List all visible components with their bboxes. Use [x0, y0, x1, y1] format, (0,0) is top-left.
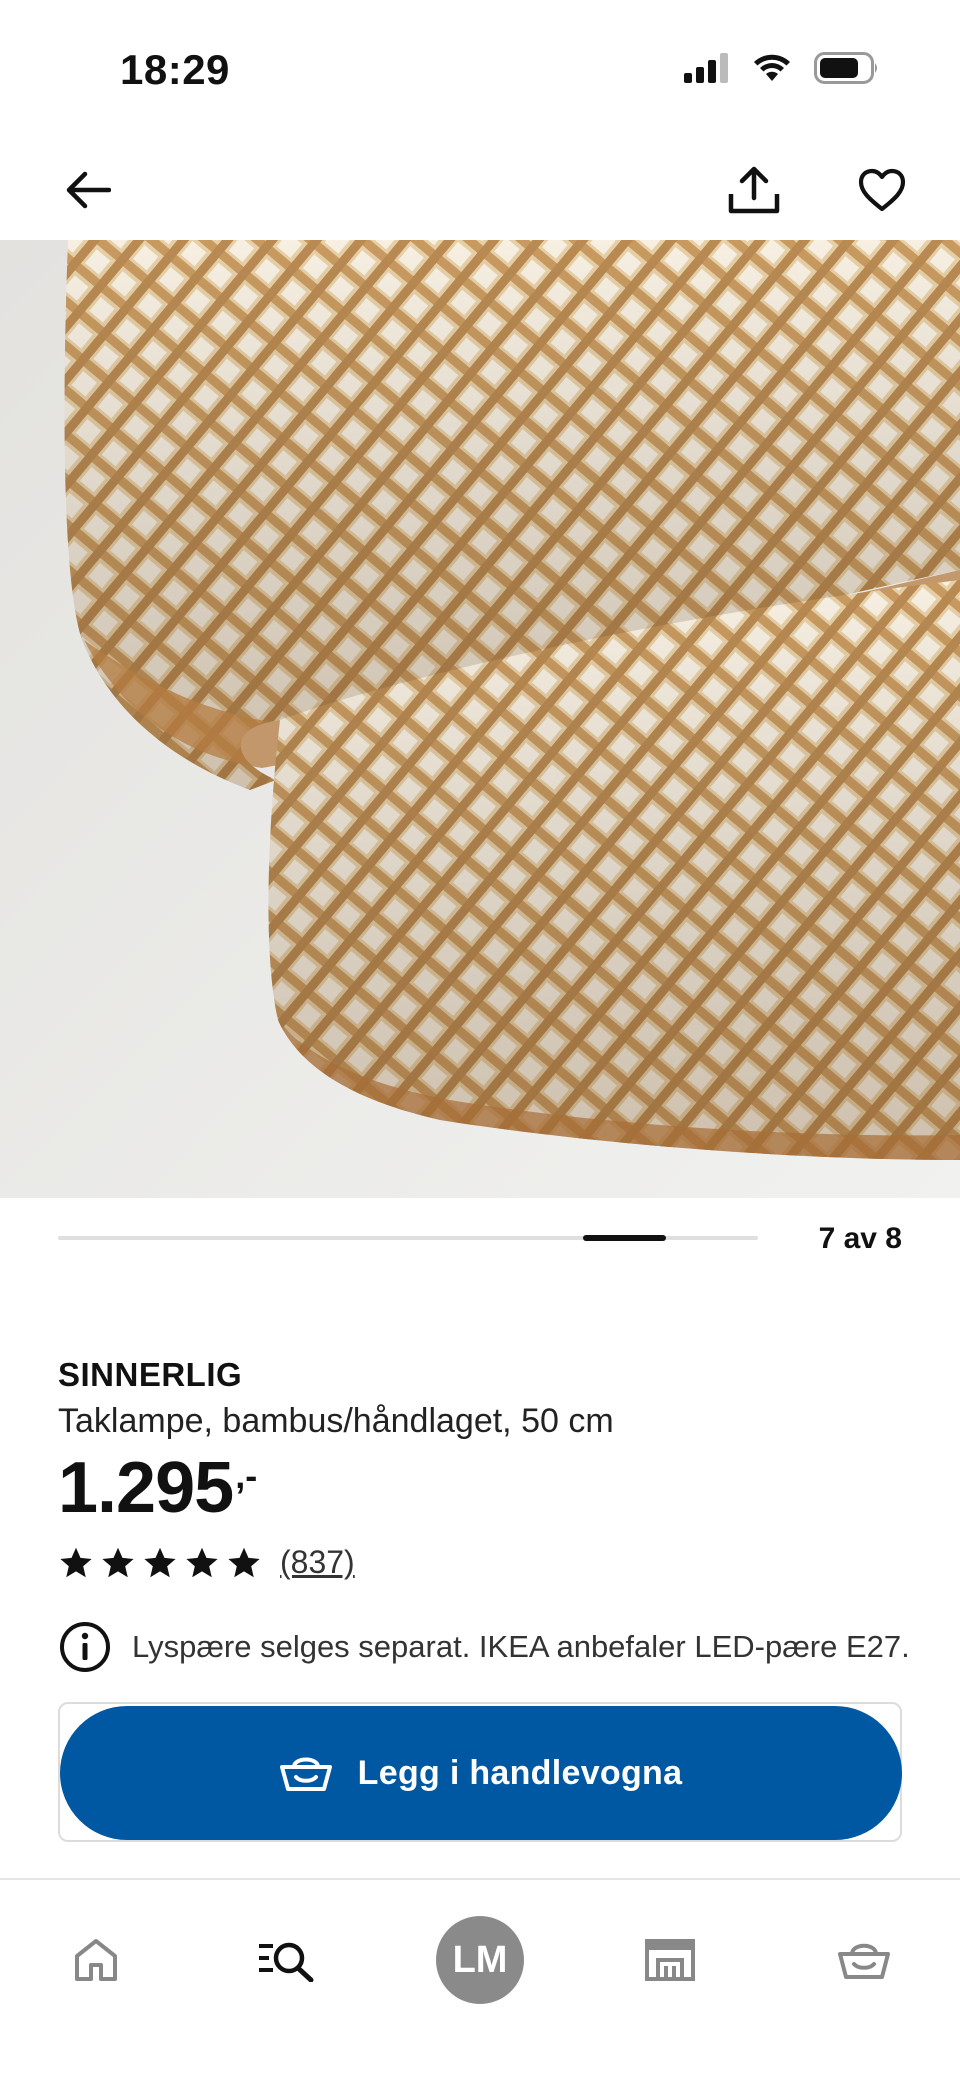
heart-icon: [858, 168, 906, 212]
home-icon: [75, 1939, 117, 1981]
pager-track[interactable]: [58, 1235, 758, 1241]
share-icon: [728, 166, 780, 214]
tab-store[interactable]: [610, 1900, 730, 2020]
pager-thumb: [583, 1235, 667, 1241]
star-icon: [60, 1547, 92, 1577]
star-icon: [228, 1547, 260, 1577]
avatar: LM: [436, 1916, 524, 2004]
star-icon: [102, 1547, 134, 1577]
tab-profile[interactable]: LM: [420, 1880, 540, 2004]
top-navigation: [0, 140, 960, 240]
cellular-signal-icon: [684, 53, 728, 83]
product-name: SINNERLIG: [58, 1356, 243, 1393]
image-pager: 7 av 8: [58, 1198, 902, 1278]
tab-home[interactable]: [36, 1900, 156, 2020]
store-icon: [645, 1939, 695, 1981]
tab-bar: LM: [0, 1878, 960, 2081]
add-to-cart-label: Legg i handlevogna: [357, 1753, 683, 1792]
product-rating[interactable]: (837): [58, 1544, 355, 1581]
status-time: 18:29: [120, 46, 230, 93]
battery-icon: [814, 52, 877, 84]
star-icon: [144, 1547, 176, 1577]
share-button[interactable]: [722, 158, 786, 222]
status-bar: 18:29: [0, 0, 960, 140]
product-image[interactable]: [0, 240, 960, 1198]
pager-count: 7 av 8: [818, 1222, 902, 1255]
bamboo-lamp-image: [0, 240, 960, 1198]
star-icon: [186, 1547, 218, 1577]
status-icons: [684, 52, 880, 84]
back-button[interactable]: [56, 158, 120, 222]
search-menu-icon: [259, 1942, 314, 1982]
price-suffix: ,-: [235, 1455, 258, 1496]
product-price: 1.295 ,-: [58, 1452, 257, 1524]
wifi-icon: [754, 54, 790, 81]
tab-basket[interactable]: [804, 1900, 924, 2020]
add-to-cart-button[interactable]: Legg i handlevogna: [60, 1706, 902, 1840]
add-to-cart-container: Legg i handlevogna: [58, 1702, 902, 1842]
basket-icon: [279, 1757, 332, 1791]
tab-search[interactable]: [226, 1900, 346, 2020]
rating-stars: [58, 1545, 262, 1581]
price-value: 1.295: [58, 1448, 234, 1528]
info-note-text: Lyspære selges separat. IKEA anbefaler L…: [132, 1629, 910, 1664]
basket-icon: [838, 1943, 890, 1979]
arrow-left-icon: [66, 171, 111, 209]
info-icon: [60, 1622, 110, 1672]
product-description: Taklampe, bambus/håndlaget, 50 cm: [58, 1402, 614, 1440]
info-note: Lyspære selges separat. IKEA anbefaler L…: [58, 1620, 910, 1674]
review-count-link[interactable]: (837): [280, 1544, 355, 1581]
favorite-button[interactable]: [850, 158, 914, 222]
